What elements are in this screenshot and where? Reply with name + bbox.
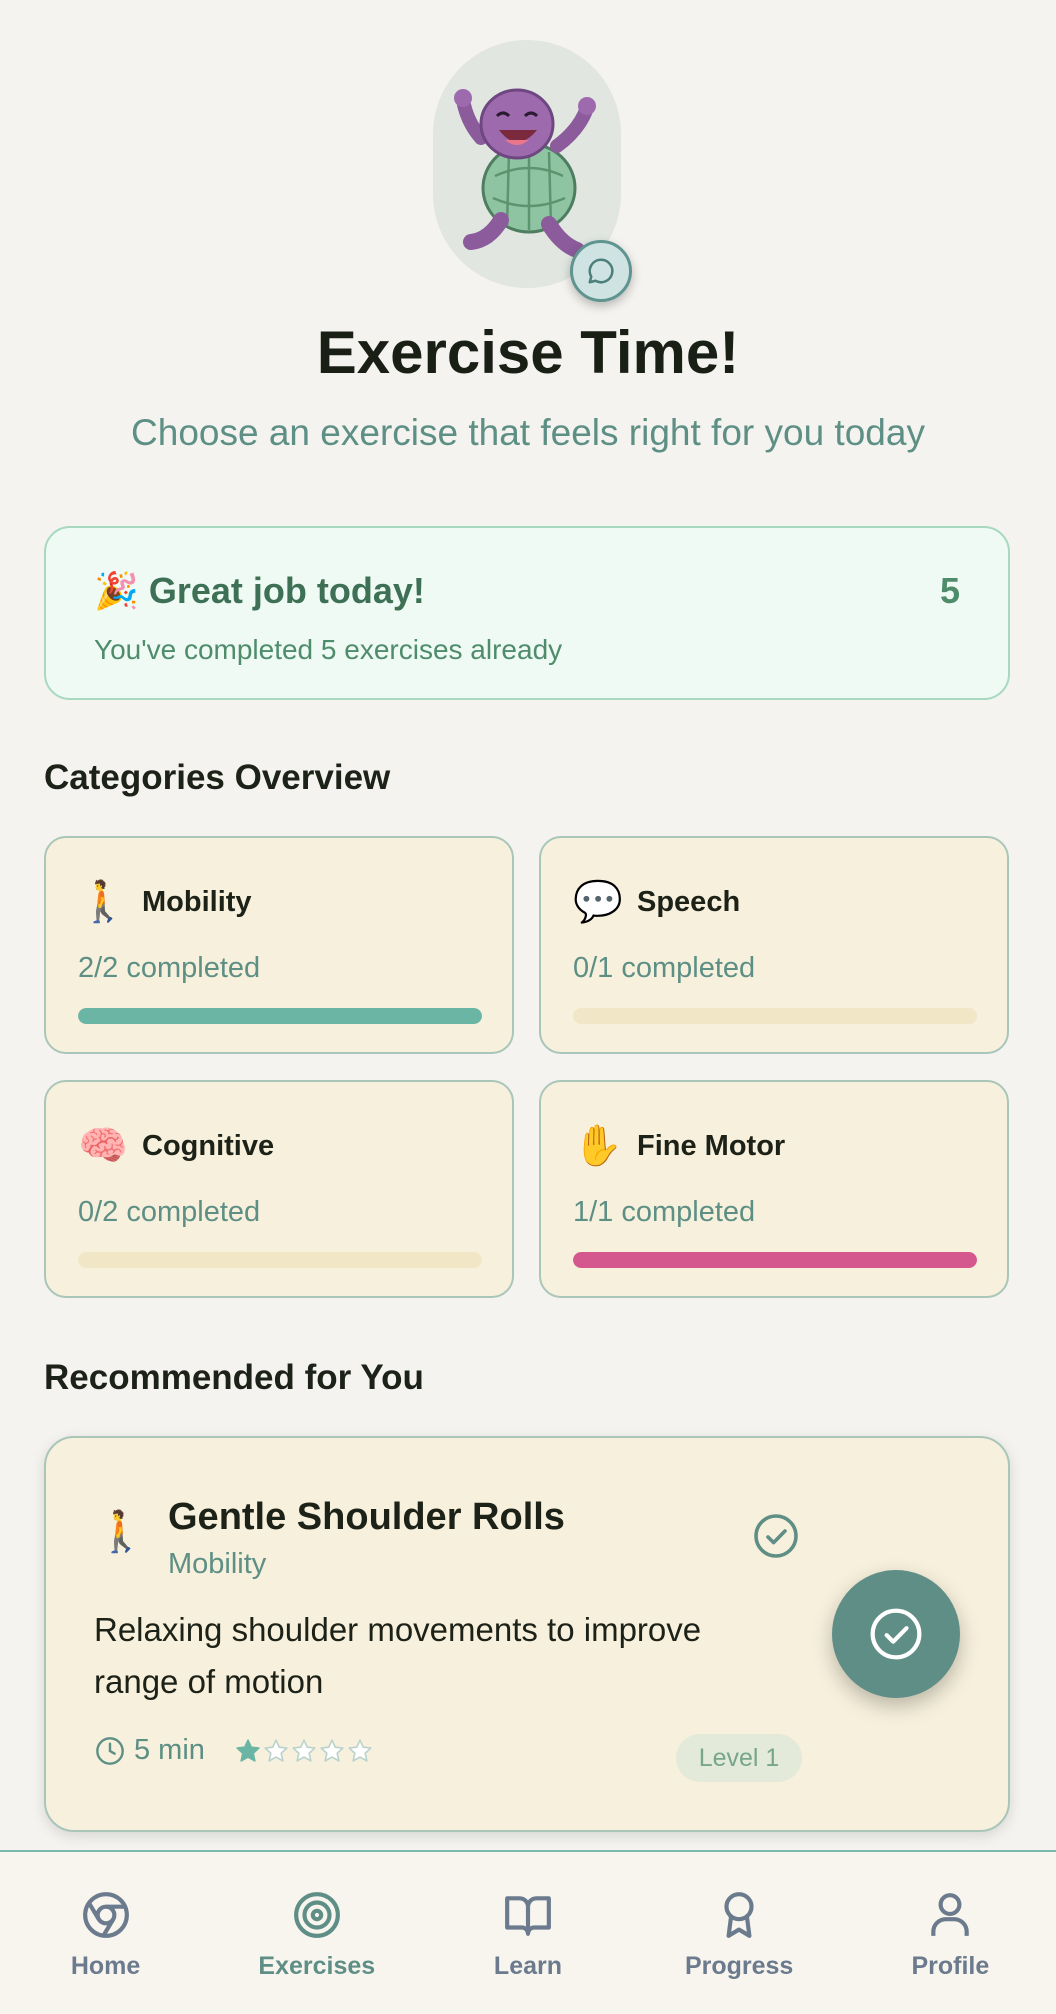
exercise-name: Gentle Shoulder Rolls <box>168 1496 565 1538</box>
congrats-message: You've completed 5 exercises already <box>94 634 563 665</box>
nav-item-learn[interactable]: Learn <box>428 1852 628 2014</box>
book-icon <box>505 1896 551 1936</box>
walking-icon: 🚶 <box>96 1510 146 1554</box>
nav-item-home[interactable]: Home <box>6 1852 206 2014</box>
category-status: 0/1 completed <box>573 952 756 984</box>
chat-button[interactable] <box>570 240 632 302</box>
check-circle-icon <box>754 1514 798 1558</box>
categories-section-title: Categories Overview <box>44 758 391 797</box>
hand-icon: ✋ <box>573 1124 623 1168</box>
difficulty-rating <box>235 1738 373 1764</box>
level-badge: Level 1 <box>676 1734 802 1782</box>
nav-item-progress[interactable]: Progress <box>639 1852 839 2014</box>
star-empty-icon <box>320 1738 344 1762</box>
exercise-description: Relaxing shoulder movements to improve r… <box>94 1611 702 1700</box>
category-status: 2/2 completed <box>78 952 261 984</box>
brain-icon: 🧠 <box>78 1124 128 1168</box>
nav-label: Profile <box>911 1952 990 1980</box>
award-icon <box>724 1892 754 1938</box>
star-empty-icon <box>348 1738 372 1762</box>
walking-icon: 🚶 <box>78 880 128 924</box>
page-subtitle: Choose an exercise that feels right for … <box>131 412 925 453</box>
category-progress-fill <box>78 1008 482 1024</box>
exercise-page: Exercise Time! Choose an exercise that f… <box>0 0 1056 2014</box>
bottom-navigation: Home Exercises Learn Progress Profile <box>0 1850 1056 2014</box>
exercise-duration: 5 min <box>134 1734 205 1766</box>
user-icon <box>931 1893 970 1936</box>
category-progress-bar <box>573 1008 977 1024</box>
category-name: Fine Motor <box>637 1130 786 1162</box>
star-empty-icon <box>292 1738 316 1762</box>
congrats-heading-text: Great job today! <box>148 570 425 611</box>
category-card-mobility[interactable]: 🚶 Mobility 2/2 completed <box>44 836 514 1054</box>
nav-label: Progress <box>684 1952 794 1980</box>
category-progress-bar <box>78 1252 482 1268</box>
complete-exercise-button[interactable] <box>832 1570 960 1698</box>
category-card-cognitive[interactable]: 🧠 Cognitive 0/2 completed <box>44 1080 514 1298</box>
completed-count: 5 <box>939 570 960 611</box>
category-card-speech[interactable]: 💬 Speech 0/1 completed <box>539 836 1009 1054</box>
clock-icon <box>96 1736 124 1765</box>
category-status: 0/2 completed <box>78 1196 261 1228</box>
chat-bubble-icon <box>588 258 614 284</box>
page-title: Exercise Time! <box>316 319 740 386</box>
nav-label: Exercises <box>258 1952 376 1980</box>
party-icon: 🎉 <box>94 570 139 611</box>
category-progress-bar <box>78 1008 482 1024</box>
nav-label: Home <box>70 1952 141 1980</box>
category-name: Speech <box>637 886 741 918</box>
nav-label: Learn <box>493 1952 563 1980</box>
nav-item-profile[interactable]: Profile <box>850 1852 1050 2014</box>
congrats-heading: 🎉 Great job today! <box>94 570 425 612</box>
check-circle-icon <box>870 1608 922 1660</box>
star-empty-icon <box>264 1738 288 1762</box>
star-filled-icon <box>236 1738 260 1762</box>
category-name: Mobility <box>142 886 252 918</box>
exercise-meta: 5 min <box>94 1734 373 1767</box>
nav-item-exercises[interactable]: Exercises <box>217 1852 417 2014</box>
recommended-section-title: Recommended for You <box>44 1358 424 1397</box>
target-icon <box>293 1892 340 1938</box>
category-progress-bar <box>573 1252 977 1268</box>
turtle-mascot-icon <box>454 88 596 258</box>
category-card-fine-motor[interactable]: ✋ Fine Motor 1/1 completed <box>539 1080 1009 1298</box>
category-name: Cognitive <box>142 1130 275 1162</box>
category-status: 1/1 completed <box>573 1196 756 1228</box>
speech-bubble-icon: 💬 <box>573 880 623 924</box>
category-progress-fill <box>573 1252 977 1268</box>
daily-progress-card: 🎉 Great job today! 5 You've completed 5 … <box>44 526 1010 700</box>
home-icon <box>82 1892 129 1938</box>
exercise-category: Mobility <box>168 1548 267 1580</box>
